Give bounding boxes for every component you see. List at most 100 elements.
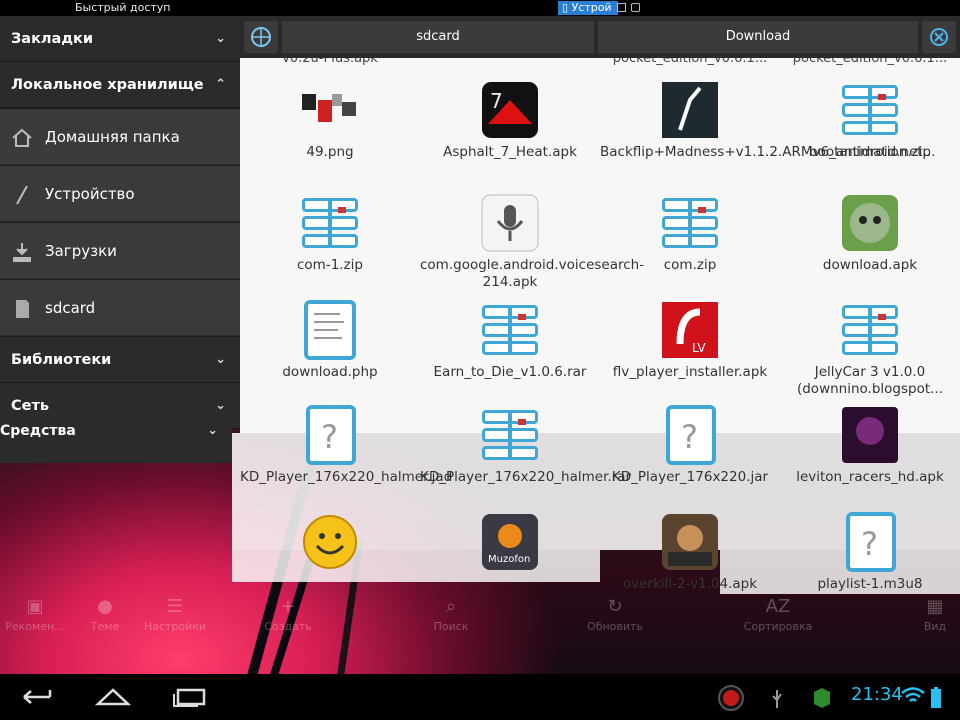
file-item[interactable]: 7 Asphalt_7_Heat.apk <box>420 80 600 161</box>
sidebar-item-home[interactable]: Домашняя папка <box>0 109 240 165</box>
sidebar-section-local-storage[interactable]: Локальное хранилище ⌃ <box>0 62 240 108</box>
close-button[interactable] <box>922 21 956 53</box>
sidebar-item-label: Устройство <box>45 185 135 203</box>
file-name: JellyCar 3 v1.0.0 (downnino.blogspot... <box>796 364 944 397</box>
svg-text:LV: LV <box>692 341 706 355</box>
file-name-cut: pocket_edition_v0.6.1... <box>792 58 948 66</box>
usb-icon <box>772 690 782 708</box>
storage-icon[interactable] <box>617 3 626 12</box>
file-name: Backflip+Madness+v1.1.2.ARMv6_antidroid.… <box>600 144 936 160</box>
document-icon <box>300 300 360 360</box>
action-search-button[interactable]: ⌕ Поиск <box>411 594 491 633</box>
file-name: KD_Player_176x220_halmer.jad <box>240 469 453 485</box>
action-recommend-button[interactable]: ▣ Рекомен... <box>0 594 75 633</box>
file-item[interactable]: Backflip+Madness+v1.1.2.ARMv6_antidroid.… <box>600 80 936 161</box>
path-toolbar: sdcard Download <box>240 16 960 58</box>
file-item[interactable]: com-1.zip <box>240 193 420 274</box>
back-icon[interactable] <box>20 686 54 708</box>
quick-access-label[interactable]: Быстрый доступ <box>75 0 171 16</box>
file-item[interactable] <box>240 512 420 576</box>
file-item[interactable]: ? playlist-1.m3u8 <box>780 512 960 593</box>
breadcrumb-label: sdcard <box>416 29 460 44</box>
chevron-down-icon: ⌄ <box>215 352 226 367</box>
svg-text:?: ? <box>321 418 338 456</box>
file-item[interactable]: ? KD_Player_176x220_halmer.jad <box>240 405 453 486</box>
file-name-cut: v0.2u-Plus.apk <box>282 58 378 66</box>
file-item[interactable]: JellyCar 3 v1.0.0 (downnino.blogspot... <box>780 300 960 398</box>
action-refresh-button[interactable]: ↻ Обновить <box>575 594 655 633</box>
svg-text:?: ? <box>681 418 698 456</box>
backflip-app-icon <box>660 80 720 140</box>
action-sort-button[interactable]: AZ Сортировка <box>738 594 818 633</box>
asphalt-app-icon: 7 <box>480 80 540 140</box>
file-item[interactable]: download.php <box>240 300 420 381</box>
action-view-button[interactable]: ▦ Вид <box>895 594 960 633</box>
action-create-button[interactable]: + Создать <box>248 594 328 633</box>
image-thumb-icon <box>300 80 360 140</box>
sidebar-item-sdcard[interactable]: sdcard <box>0 280 240 336</box>
file-item[interactable]: com.google.android.voicesearch-214.apk <box>420 193 644 291</box>
sidebar-section-label: Средства <box>0 423 76 439</box>
file-name: playlist-1.m3u8 <box>817 576 923 592</box>
sliders-icon: ☰ <box>166 596 184 617</box>
action-label: Теме <box>90 620 120 633</box>
zombie-app-icon <box>840 193 900 253</box>
breadcrumb-sdcard[interactable]: sdcard <box>282 21 594 53</box>
home-nav-icon[interactable] <box>94 686 132 708</box>
sidebar-item-device[interactable]: Устройство <box>0 166 240 222</box>
refresh-icon: ↻ <box>607 596 623 617</box>
archive-icon <box>660 193 720 253</box>
racers-app-icon <box>840 405 900 465</box>
unknown-file-icon: ? <box>300 405 360 465</box>
breadcrumb-download[interactable]: Download <box>598 21 918 53</box>
microphone-icon <box>480 193 540 253</box>
action-bar: ▣ Рекомен... ● Теме ☰ Настройки + Создать ⌕ П… <box>0 594 960 646</box>
sidebar-item-label: Домашняя папка <box>45 128 180 146</box>
system-nav-bar <box>0 674 960 720</box>
action-label: Рекомен... <box>5 620 65 633</box>
file-item[interactable]: bootanimation.zip <box>780 80 960 161</box>
recent-apps-icon[interactable] <box>170 686 208 708</box>
sidebar-section-label: Сеть <box>11 398 50 414</box>
file-item[interactable]: Earn_to_Die_v1.0.6.rar <box>420 300 600 381</box>
sidebar-section-tools[interactable]: Средства ⌄ <box>0 417 232 463</box>
file-name: KD_Player_176x220.jar <box>611 469 769 485</box>
sidebar-section-label: Локальное хранилище <box>11 77 204 93</box>
gift-icon: ▣ <box>26 596 44 617</box>
file-item[interactable]: com.zip <box>600 193 780 274</box>
file-name: 49.png <box>306 144 354 160</box>
file-item[interactable]: ? KD_Player_176x220.jar <box>600 405 780 486</box>
sidebar-section-libraries[interactable]: Библиотеки ⌄ <box>0 337 240 383</box>
file-name: flv_player_installer.apk <box>612 364 768 380</box>
breadcrumb-label: Download <box>725 29 791 44</box>
action-theme-button[interactable]: ● Теме <box>65 594 145 633</box>
record-icon[interactable] <box>717 684 745 712</box>
file-name: overkill-2-v1.04.apk <box>622 576 758 592</box>
file-item[interactable]: KD_Player_176x220_halmer.rar <box>420 405 632 486</box>
cloud-icon[interactable] <box>631 3 640 12</box>
file-item[interactable]: download.apk <box>780 193 960 274</box>
storage-switch-button[interactable] <box>244 21 278 53</box>
file-item[interactable]: overkill-2-v1.04.apk <box>600 512 780 593</box>
file-name: leviton_racers_hd.apk <box>796 469 944 485</box>
file-name: KD_Player_176x220_halmer.rar <box>420 469 632 485</box>
archive-icon <box>840 300 900 360</box>
action-settings-button[interactable]: ☰ Настройки <box>135 594 215 633</box>
file-name: com-1.zip <box>297 257 363 273</box>
file-item[interactable]: 49.png <box>240 80 420 161</box>
file-item[interactable]: leviton_racers_hd.apk <box>780 405 960 486</box>
smiley-icon <box>300 512 360 572</box>
chevron-down-icon: ⌄ <box>207 423 218 438</box>
file-item[interactable]: Muzofon <box>420 512 600 576</box>
archive-icon <box>480 405 540 465</box>
sort-icon: AZ <box>765 596 791 617</box>
svg-text:7: 7 <box>490 89 503 113</box>
file-item[interactable]: LV flv_player_installer.apk <box>600 300 780 381</box>
sidebar-section-bookmarks[interactable]: Закладки ⌄ <box>0 16 240 62</box>
sidebar-item-downloads[interactable]: Загрузки <box>0 223 240 279</box>
android-debug-icon <box>814 688 830 708</box>
file-name: download.php <box>282 364 378 380</box>
sidebar-section-label: Закладки <box>11 31 94 47</box>
chevron-down-icon: ⌄ <box>215 31 226 46</box>
device-tab[interactable]: ▯ Устрой <box>558 1 618 15</box>
